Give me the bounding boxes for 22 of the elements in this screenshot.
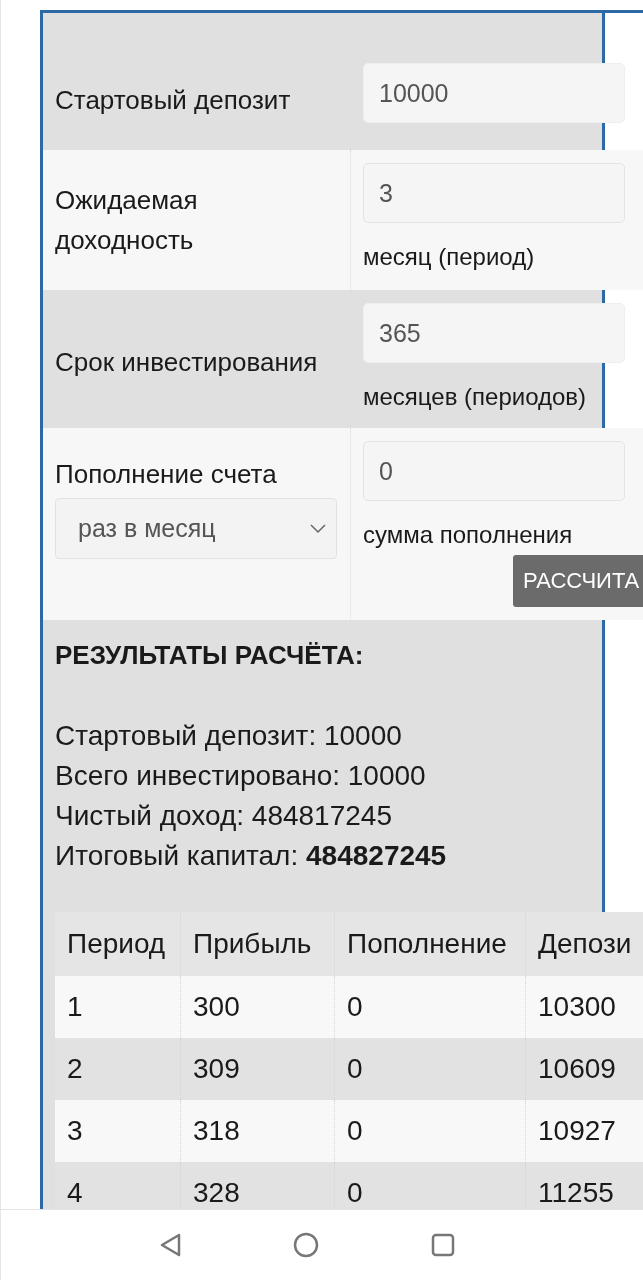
field-note: месяцев (периодов) <box>363 383 588 411</box>
input-field[interactable]: 365 <box>363 303 625 363</box>
frequency-select[interactable]: раз в месяц <box>55 498 337 559</box>
recent-apps-icon[interactable] <box>431 1233 455 1257</box>
result-line: Стартовый депозит: 10000 <box>55 719 403 753</box>
input-field[interactable]: 3 <box>363 163 625 223</box>
calculate-button[interactable]: РАССЧИТА <box>513 555 643 607</box>
field-note: сумма пополнения <box>363 521 574 549</box>
field-label: Ожидаемая доходность <box>55 184 199 257</box>
field-note: месяц (период) <box>363 243 536 271</box>
result-line: Чистый доход: 484817245 <box>55 799 393 833</box>
field-label: Стартовый депозит <box>55 83 292 117</box>
input-field[interactable]: 10000 <box>363 63 625 123</box>
input-field[interactable]: 0 <box>363 441 625 501</box>
home-icon[interactable] <box>293 1232 319 1258</box>
results-title: РЕЗУЛЬТАТЫ РАСЧЁТА: <box>55 640 365 670</box>
caret-icon <box>310 523 326 534</box>
result-line: Итоговый капитал: 484827245 <box>55 839 448 873</box>
back-icon[interactable] <box>159 1233 181 1257</box>
field-label: Срок инвестирования <box>55 346 319 379</box>
field-label: Пополнение счета <box>55 458 278 491</box>
result-line: Всего инвестировано: 10000 <box>55 759 427 793</box>
